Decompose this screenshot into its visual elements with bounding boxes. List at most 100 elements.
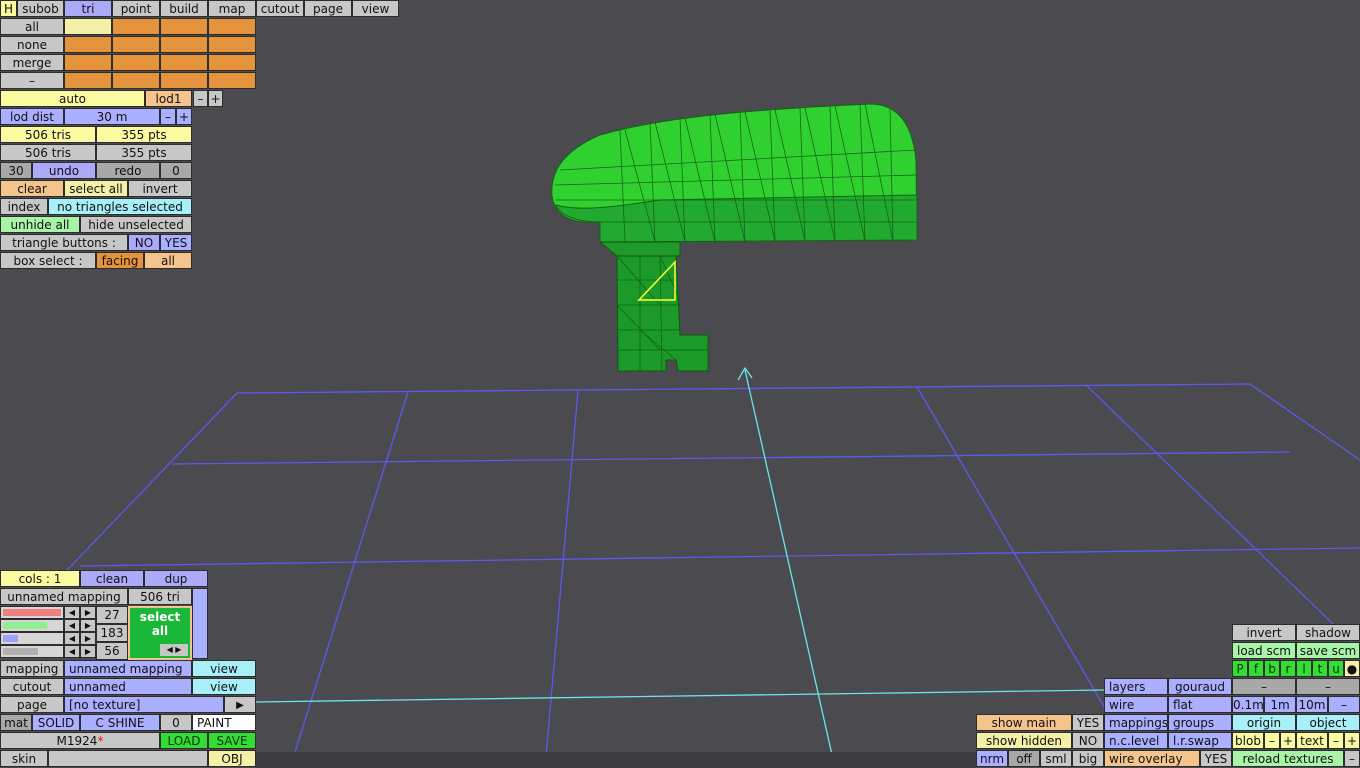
nrm-button[interactable]: nrm	[976, 750, 1008, 767]
color-swatch[interactable]: select all ◀ ▶	[128, 606, 192, 660]
sel-cell[interactable]	[112, 72, 160, 89]
blue-slider[interactable]	[0, 632, 64, 645]
triangle-buttons-yes[interactable]: YES	[160, 234, 192, 251]
clean-button[interactable]: clean	[80, 570, 144, 587]
tab-map[interactable]: map	[208, 0, 256, 17]
sel-cell[interactable]	[160, 72, 208, 89]
gouraud-button[interactable]: gouraud	[1168, 678, 1232, 695]
alpha-left-arrow-icon[interactable]: ◀	[64, 645, 80, 658]
grid-1m-button[interactable]: 1m	[1264, 696, 1296, 713]
view-l-button[interactable]: l	[1296, 660, 1312, 677]
invert-button[interactable]: invert	[128, 180, 192, 197]
cutout-value[interactable]: unnamed	[64, 678, 192, 695]
solid-button[interactable]: SOLID	[32, 714, 80, 731]
blue-left-arrow-icon[interactable]: ◀	[64, 632, 80, 645]
view-b-button[interactable]: b	[1264, 660, 1280, 677]
box-select-facing[interactable]: facing	[96, 252, 144, 269]
sel-cell[interactable]	[160, 36, 208, 53]
skin-field[interactable]	[48, 750, 208, 767]
off-button[interactable]: off	[1008, 750, 1040, 767]
lod-dist-minus-button[interactable]: –	[160, 108, 176, 125]
cutout-view-button[interactable]: view	[192, 678, 256, 695]
view-p-button[interactable]: P	[1232, 660, 1248, 677]
alpha-right-arrow-icon[interactable]: ▶	[80, 645, 96, 658]
sel-cell[interactable]	[64, 18, 112, 35]
sel-cell[interactable]	[112, 36, 160, 53]
undo-button[interactable]: undo	[32, 162, 96, 179]
layer-minus-2[interactable]: –	[1296, 678, 1360, 695]
paint-button[interactable]: PAINT	[192, 714, 256, 731]
tab-build[interactable]: build	[160, 0, 208, 17]
hide-unselected-button[interactable]: hide unselected	[80, 216, 192, 233]
view-u-button[interactable]: u	[1328, 660, 1344, 677]
show-hidden-button[interactable]: show hidden	[976, 732, 1072, 749]
dup-button[interactable]: dup	[144, 570, 208, 587]
view-f-button[interactable]: f	[1248, 660, 1264, 677]
select-all-button[interactable]: select all	[64, 180, 128, 197]
minus-row-button[interactable]: –	[0, 72, 64, 89]
sel-cell[interactable]	[64, 36, 112, 53]
lod-dist-value[interactable]: 30 m	[64, 108, 160, 125]
alpha-slider[interactable]	[0, 645, 64, 658]
sml-button[interactable]: sml	[1040, 750, 1072, 767]
sel-cell[interactable]	[64, 54, 112, 71]
big-button[interactable]: big	[1072, 750, 1104, 767]
obj-button[interactable]: OBJ	[208, 750, 256, 767]
mapping-view-button[interactable]: view	[192, 660, 256, 677]
text-button[interactable]: text	[1296, 732, 1328, 749]
tab-subob[interactable]: subob	[17, 0, 64, 17]
sel-cell[interactable]	[64, 72, 112, 89]
sel-cell[interactable]	[112, 54, 160, 71]
load-button[interactable]: LOAD	[160, 732, 208, 749]
layer-minus-1[interactable]: –	[1232, 678, 1296, 695]
view-invert-button[interactable]: invert	[1232, 624, 1296, 641]
flat-button[interactable]: flat	[1168, 696, 1232, 713]
skin-button[interactable]: skin	[0, 750, 48, 767]
blob-minus-button[interactable]: –	[1264, 732, 1280, 749]
groups-button[interactable]: groups	[1168, 714, 1232, 731]
tab-h[interactable]: H	[0, 0, 17, 17]
grid-10m-button[interactable]: 10m	[1296, 696, 1328, 713]
green-left-arrow-icon[interactable]: ◀	[64, 619, 80, 632]
grid-minus-button[interactable]: –	[1328, 696, 1360, 713]
reload-minus-button[interactable]: –	[1344, 750, 1360, 767]
show-main-button[interactable]: show main	[976, 714, 1072, 731]
sel-cell[interactable]	[208, 54, 256, 71]
show-hidden-no[interactable]: NO	[1072, 732, 1104, 749]
blob-plus-button[interactable]: +	[1280, 732, 1296, 749]
red-right-arrow-icon[interactable]: ▶	[80, 606, 96, 619]
tab-cutout[interactable]: cutout	[256, 0, 304, 17]
select-none-button[interactable]: none	[0, 36, 64, 53]
clear-button[interactable]: clear	[0, 180, 64, 197]
triangle-buttons-no[interactable]: NO	[128, 234, 160, 251]
sel-cell[interactable]	[208, 72, 256, 89]
sel-cell[interactable]	[160, 18, 208, 35]
sel-cell[interactable]	[160, 54, 208, 71]
wire-overlay-yes[interactable]: YES	[1200, 750, 1232, 767]
tab-page[interactable]: page	[304, 0, 352, 17]
save-button[interactable]: SAVE	[208, 732, 256, 749]
wire-button[interactable]: wire	[1104, 696, 1168, 713]
nc-level-button[interactable]: n.c.level	[1104, 732, 1168, 749]
lod-auto-button[interactable]: auto	[0, 90, 145, 107]
text-minus-button[interactable]: –	[1328, 732, 1344, 749]
save-scm-button[interactable]: save scm	[1296, 642, 1360, 659]
green-right-arrow-icon[interactable]: ▶	[80, 619, 96, 632]
sel-cell[interactable]	[208, 18, 256, 35]
sel-cell[interactable]	[112, 18, 160, 35]
show-main-yes[interactable]: YES	[1072, 714, 1104, 731]
lod-dist-plus-button[interactable]: +	[176, 108, 192, 125]
red-slider[interactable]	[0, 606, 64, 619]
tab-view[interactable]: view	[352, 0, 399, 17]
lod-level-button[interactable]: lod1	[145, 90, 192, 107]
cols-button[interactable]: cols : 1	[0, 570, 80, 587]
grid-0-1m-button[interactable]: 0.1m	[1232, 696, 1264, 713]
green-slider[interactable]	[0, 619, 64, 632]
view-r-button[interactable]: r	[1280, 660, 1296, 677]
tab-point[interactable]: point	[112, 0, 160, 17]
reload-textures-button[interactable]: reload textures	[1232, 750, 1344, 767]
unhide-all-button[interactable]: unhide all	[0, 216, 80, 233]
page-value[interactable]: [no texture]	[64, 696, 224, 713]
wire-overlay-button[interactable]: wire overlay	[1104, 750, 1200, 767]
select-all-row-button[interactable]: all	[0, 18, 64, 35]
